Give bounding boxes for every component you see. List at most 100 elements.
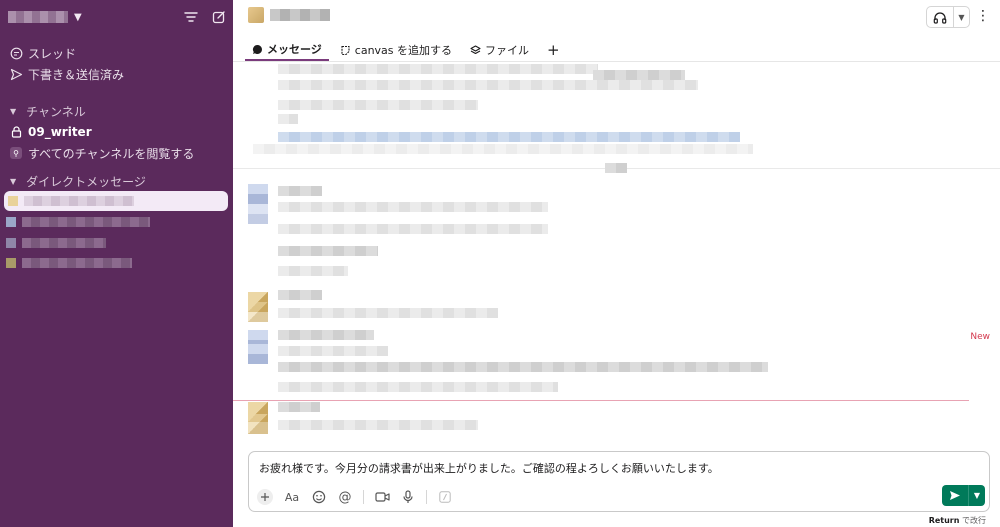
send-icon — [8, 68, 24, 81]
canvas-icon — [340, 45, 351, 56]
sidebar-item-browse-channels[interactable]: ⚲ すべてのチャンネルを閲覧する — [8, 143, 194, 163]
caret-down-icon[interactable]: ▼ — [10, 107, 16, 116]
add-tab-button[interactable]: + — [540, 39, 567, 61]
avatar — [6, 217, 16, 227]
chevron-down-icon[interactable]: ▼ — [968, 485, 985, 506]
message-input[interactable]: お疲れ様です。今月分の請求書が出来上がりました。ご確認の程よろしくお願いいたしま… — [259, 460, 719, 476]
dm-item[interactable] — [6, 234, 106, 252]
avatar — [8, 196, 18, 206]
dm-name-redacted — [22, 217, 150, 227]
tab-canvas[interactable]: canvas を追加する — [333, 39, 459, 61]
tab-label: canvas を追加する — [354, 44, 453, 57]
composer-toolbar: Aa @ — [257, 488, 453, 506]
tab-label: ファイル — [485, 44, 530, 57]
sender-redacted — [278, 402, 320, 412]
dm-name-redacted — [24, 196, 134, 206]
sidebar-item-channel[interactable]: 09_writer — [8, 122, 92, 142]
slash-icon[interactable] — [437, 489, 453, 505]
tab-files[interactable]: ファイル — [463, 39, 536, 61]
message-redacted — [278, 202, 548, 212]
message-redacted — [278, 420, 478, 430]
workspace-name-redacted[interactable] — [8, 11, 68, 23]
composer-hint: Return で改行 — [929, 515, 986, 526]
send-button[interactable]: ▼ — [942, 485, 985, 506]
plus-icon[interactable] — [257, 489, 273, 505]
avatar — [248, 184, 268, 204]
message-redacted — [278, 114, 298, 124]
message-list — [233, 62, 1000, 442]
lock-icon — [8, 126, 24, 138]
avatar — [248, 7, 264, 23]
date-label-redacted — [605, 163, 627, 173]
tab-messages[interactable]: メッセージ — [245, 39, 329, 61]
section-label: チャンネル — [26, 104, 86, 119]
dm-item[interactable] — [6, 254, 132, 272]
message-redacted — [278, 362, 768, 372]
message-redacted — [253, 144, 753, 154]
new-messages-divider — [233, 400, 969, 401]
emoji-icon[interactable] — [311, 489, 327, 505]
divider — [363, 490, 364, 504]
dm-item[interactable] — [6, 213, 150, 231]
search-icon: ⚲ — [10, 147, 22, 159]
message-redacted — [278, 246, 378, 256]
channel-tabs: メッセージ canvas を追加する ファイル + — [245, 38, 567, 62]
message-redacted — [593, 70, 685, 80]
channel-header: ▼ ⋮ — [233, 0, 1000, 32]
chevron-down-icon[interactable]: ▼ — [74, 12, 82, 23]
message-redacted — [278, 382, 558, 392]
dm-section-header[interactable]: ▼ ダイレクトメッセージ — [10, 172, 146, 190]
message-redacted — [278, 346, 388, 356]
sidebar-item-threads[interactable]: スレッド — [8, 43, 76, 63]
sender-redacted — [278, 290, 322, 300]
tab-label: メッセージ — [267, 43, 322, 56]
reaction-redacted[interactable] — [278, 266, 348, 276]
avatar — [248, 302, 268, 322]
formatting-button[interactable]: Aa — [283, 489, 301, 505]
sidebar-item-label: スレッド — [28, 46, 77, 61]
link-redacted[interactable] — [278, 132, 740, 142]
chevron-down-icon[interactable]: ▼ — [953, 7, 969, 27]
avatar — [248, 344, 268, 364]
channel-title[interactable] — [248, 7, 330, 23]
sidebar-item-label: 下書き＆送信済み — [28, 67, 125, 82]
section-label: ダイレクトメッセージ — [26, 174, 146, 189]
mic-icon[interactable] — [400, 489, 416, 505]
message-redacted — [278, 64, 598, 74]
channel-name-redacted — [270, 9, 330, 21]
message-icon — [252, 44, 263, 55]
avatar — [6, 238, 16, 248]
sender-redacted — [278, 186, 322, 196]
dm-name-redacted — [22, 238, 106, 248]
layers-icon — [470, 44, 481, 56]
mention-icon[interactable]: @ — [337, 489, 353, 505]
compose-icon[interactable] — [212, 10, 226, 24]
channels-section-header[interactable]: ▼ チャンネル — [10, 102, 86, 120]
workspace-header[interactable]: ▼ — [8, 6, 226, 28]
send-icon[interactable] — [942, 485, 968, 506]
kebab-icon[interactable]: ⋮ — [976, 9, 990, 23]
hint-text: で改行 — [962, 516, 986, 525]
avatar — [6, 258, 16, 268]
message-redacted — [278, 100, 478, 110]
video-icon[interactable] — [374, 489, 390, 505]
channel-label: 09_writer — [28, 125, 92, 139]
message-redacted — [278, 308, 498, 318]
message-redacted — [278, 224, 548, 234]
sidebar-item-drafts[interactable]: 下書き＆送信済み — [8, 64, 124, 84]
huddle-button[interactable]: ▼ — [926, 6, 970, 28]
dm-item-active[interactable] — [4, 191, 228, 211]
hint-key: Return — [928, 516, 960, 525]
headphones-icon[interactable] — [927, 11, 953, 24]
message-redacted — [278, 80, 698, 90]
sender-redacted — [278, 330, 374, 340]
dm-name-redacted — [22, 258, 132, 268]
caret-down-icon[interactable]: ▼ — [10, 177, 16, 186]
filter-icon[interactable] — [184, 11, 198, 23]
avatar — [248, 414, 268, 434]
new-label: New — [970, 332, 990, 342]
sidebar: ▼ スレッド 下書き＆送信済み ▼ チャンネル 09_writer ⚲ すべての… — [0, 0, 233, 527]
message-composer[interactable]: お疲れ様です。今月分の請求書が出来上がりました。ご確認の程よろしくお願いいたしま… — [248, 451, 990, 512]
avatar — [248, 204, 268, 224]
divider — [426, 490, 427, 504]
